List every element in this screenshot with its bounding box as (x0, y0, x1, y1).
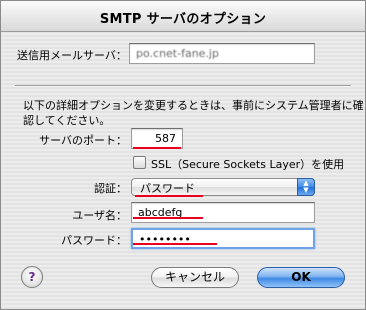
auth-label: 認証： (94, 182, 127, 195)
ok-button[interactable]: OK (257, 267, 345, 288)
notice-line-1: 以下の詳細オプションを変更するときは、事前にシステム管理者に確 (23, 99, 364, 112)
username-field[interactable]: abcdefg (131, 202, 315, 223)
port-underline (133, 147, 181, 149)
ssl-label: SSL（Secure Sockets Layer）を使用 (151, 158, 345, 171)
port-value: 587 (155, 132, 176, 145)
cancel-button[interactable]: キャンセル (151, 267, 239, 288)
server-label: 送信用メールサーバ： (17, 49, 127, 62)
username-underline (133, 217, 203, 219)
server-field[interactable]: po.cnet-fane.jp (129, 43, 315, 64)
password-underline (133, 243, 217, 245)
separator (15, 85, 351, 87)
auth-selected: パスワード (140, 182, 195, 195)
server-value: po.cnet-fane.jp (136, 47, 219, 60)
title-bar: SMTP サーバのオプション (1, 1, 365, 32)
password-field[interactable]: •••••••• (131, 228, 315, 249)
username-label: ユーザ名： (72, 209, 127, 222)
auth-popup[interactable]: パスワード ▲ ▼ (131, 178, 315, 196)
port-label: サーバのポート： (39, 134, 127, 147)
notice-line-2: 認してください。 (23, 114, 111, 127)
dialog-title: SMTP サーバのオプション (99, 12, 267, 27)
port-field[interactable]: 587 (131, 128, 183, 149)
ssl-checkbox[interactable] (133, 156, 146, 169)
help-button[interactable]: ? (21, 266, 43, 288)
popup-arrows-icon: ▲ ▼ (297, 178, 315, 196)
auth-underline (135, 195, 203, 197)
password-label: パスワード： (61, 234, 127, 247)
smtp-options-dialog: SMTP サーバのオプション 送信用メールサーバ： po.cnet-fane.j… (0, 0, 366, 310)
